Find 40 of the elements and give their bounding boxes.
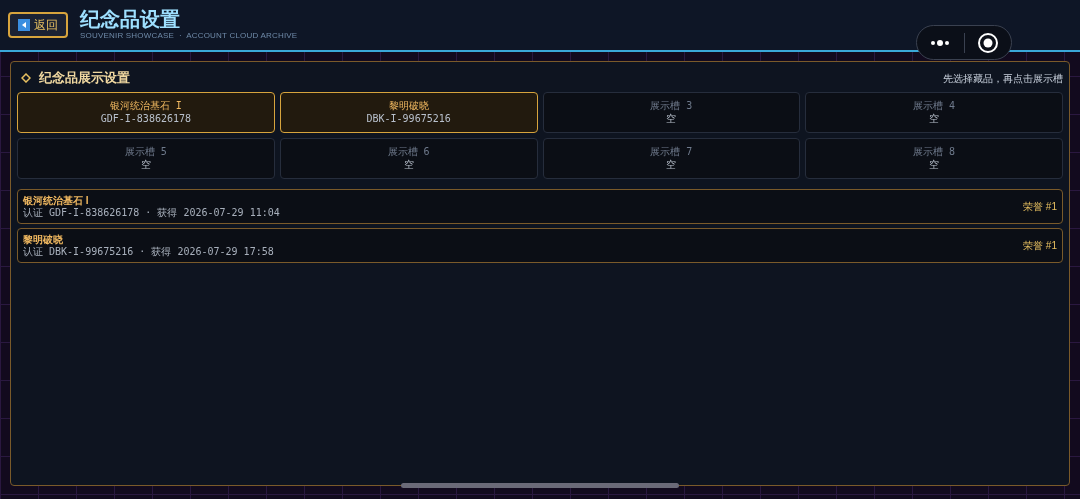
showcase-slot[interactable]: 银河统治基石 I GDF-I-838626178 xyxy=(17,92,275,133)
slot-code: 空 xyxy=(666,160,677,170)
slot-name: 展示槽 4 xyxy=(913,101,956,111)
slot-name: 展示槽 6 xyxy=(387,147,430,157)
showcase-slot[interactable]: 黎明破晓 DBK-I-99675216 xyxy=(279,92,538,133)
slot-code: GDF-I-838626178 xyxy=(100,114,192,124)
souvenir-item[interactable]: 黎明破晓 认证 DBK-I-99675216 · 获得 2026-07-29 17:58 荣誉 #1 xyxy=(17,228,1063,263)
back-icon xyxy=(18,19,30,31)
showcase-slot[interactable]: 展示槽 6 空 xyxy=(279,138,538,179)
slot-name: 黎明破晓 xyxy=(388,101,429,111)
slot-code: 空 xyxy=(140,160,151,170)
item-meta: 认证 DBK-I-99675216 · 获得 2026-07-29 17:58 xyxy=(23,246,274,257)
slot-code: 空 xyxy=(929,160,940,170)
slot-code: 空 xyxy=(929,114,940,124)
hint-text: 先选择藏品，再点击展示槽 xyxy=(943,71,1063,86)
slot-name: 展示槽 3 xyxy=(650,101,693,111)
item-name: 银河统治基石 I xyxy=(23,195,90,206)
panel-title: 纪念品展示设置 xyxy=(39,69,130,88)
scrollbar-thumb[interactable] xyxy=(401,483,679,488)
page-subtitle: SOUVENIR SHOWCASE · ACCOUNT CLOUD ARCHIVE xyxy=(80,30,298,42)
slot-name: 展示槽 7 xyxy=(650,147,693,157)
slot-name: 展示槽 8 xyxy=(913,147,956,157)
slot-name: 展示槽 5 xyxy=(124,147,167,157)
item-meta: 认证 GDF-I-838626178 · 获得 2026-07-29 11:04 xyxy=(23,207,280,218)
souvenir-item[interactable]: 银河统治基石 I 认证 GDF-I-838626178 · 获得 2026-07-29 11:04 荣誉 #1 xyxy=(17,189,1063,224)
slot-name: 银河统治基石 I xyxy=(109,101,182,111)
showcase-slot[interactable]: 展示槽 4 空 xyxy=(805,92,1063,133)
showcase-slot[interactable]: 展示槽 5 空 xyxy=(17,138,275,179)
back-button[interactable]: 返回 xyxy=(8,12,68,38)
showcase-slot[interactable]: 展示槽 7 空 xyxy=(542,138,801,179)
showcase-slot[interactable]: 展示槽 8 空 xyxy=(805,138,1063,179)
rank-label: 荣誉 #1 xyxy=(1023,200,1057,214)
slot-code: 空 xyxy=(403,160,414,170)
slot-code: 空 xyxy=(666,114,677,124)
item-name: 黎明破晓 xyxy=(23,234,64,245)
slot-code: DBK-I-99675216 xyxy=(366,114,451,124)
page-title: 纪念品设置 xyxy=(80,8,181,30)
diamond-icon xyxy=(21,73,31,83)
showcase-slot[interactable]: 展示槽 3 空 xyxy=(542,92,801,133)
rank-label: 荣誉 #1 xyxy=(1023,239,1057,253)
